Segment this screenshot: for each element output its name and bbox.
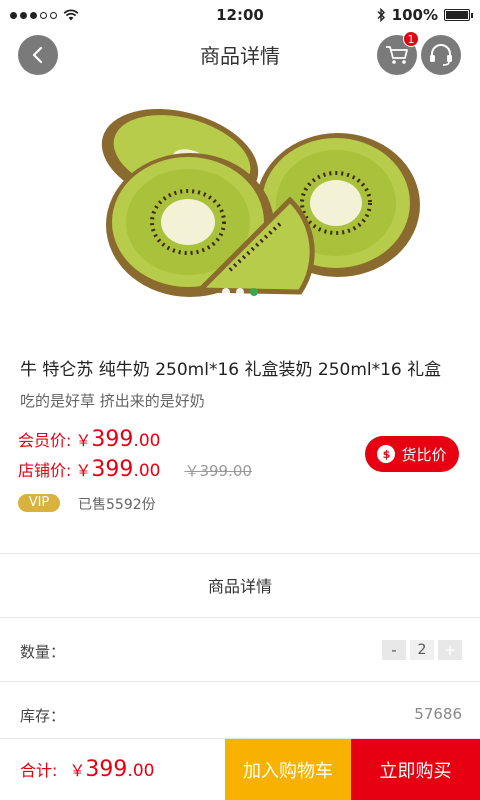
product-slogan: 吃的是好草 挤出来的是好奶 (20, 392, 205, 410)
stock-value: 57686 (414, 705, 462, 723)
battery-icon (444, 9, 473, 21)
member-price-label: 会员价: (18, 431, 72, 450)
quantity-value[interactable]: 2 (410, 640, 434, 660)
status-time: 12:00 (216, 6, 264, 24)
divider (0, 617, 480, 618)
total-label: 合计: (20, 761, 58, 780)
cart-icon (386, 46, 408, 64)
product-name: 牛 特仑苏 纯牛奶 250ml*16 礼盒装奶 250ml*16 礼盒 (20, 360, 442, 380)
wifi-icon (63, 9, 79, 21)
quantity-minus-button[interactable]: - (382, 640, 406, 660)
quantity-plus-button[interactable]: + (438, 640, 462, 660)
header: 商品详情 1 (0, 30, 480, 80)
store-price-currency: ￥ (75, 461, 92, 480)
member-price-integer: 399 (91, 427, 134, 452)
quantity-label: 数量： (20, 643, 66, 661)
add-to-cart-button[interactable]: 加入购物车 (225, 739, 351, 800)
carousel-dot (222, 288, 230, 296)
store-price-decimal: .00 (133, 461, 161, 481)
quantity-stepper: - 2 + (382, 640, 462, 660)
store-price-integer: 399 (91, 457, 134, 482)
status-left (10, 9, 79, 21)
cart-button[interactable]: 1 (377, 31, 419, 75)
store-price-row: 店铺价: ￥ 399 .00 ￥399.00 (18, 457, 252, 482)
member-price-currency: ￥ (75, 431, 92, 450)
coin-icon: $ (377, 445, 396, 463)
carousel-dot-active (250, 288, 258, 296)
member-price-decimal: .00 (133, 431, 161, 451)
status-bar: 12:00 100% (0, 0, 480, 30)
member-price-row: 会员价: ￥ 399 .00 (18, 427, 160, 452)
signal-icon (10, 11, 57, 19)
vip-badge: VIP (18, 494, 60, 512)
details-section-title: 商品详情 (207, 577, 272, 596)
customer-service-button[interactable] (421, 35, 461, 75)
compare-price-label: 货比价 (401, 445, 447, 464)
bottom-bar: 合计: ￥ 399 .00 加入购物车 立即购买 (0, 738, 480, 800)
cart-count-badge: 1 (403, 31, 419, 47)
original-price: ￥399.00 (184, 462, 252, 480)
sold-count: 已售5592份 (78, 497, 156, 513)
headset-icon (430, 44, 452, 66)
carousel-indicator (222, 288, 258, 296)
compare-price-button[interactable]: $ 货比价 (365, 436, 459, 472)
total-integer: 399 (85, 757, 128, 782)
stock-label: 库存： (20, 707, 66, 725)
buy-now-button[interactable]: 立即购买 (351, 739, 480, 800)
total-currency: ￥ (69, 761, 86, 780)
divider (0, 681, 480, 682)
total-price: 合计: ￥ 399 .00 (20, 757, 154, 782)
bluetooth-icon (377, 8, 385, 22)
status-right: 100% (376, 6, 473, 24)
divider (0, 553, 480, 554)
product-image[interactable] (0, 85, 480, 335)
store-price-label: 店铺价: (18, 461, 72, 480)
total-decimal: .00 (127, 761, 155, 781)
battery-percent: 100% (391, 6, 438, 24)
carousel-dot (236, 288, 244, 296)
